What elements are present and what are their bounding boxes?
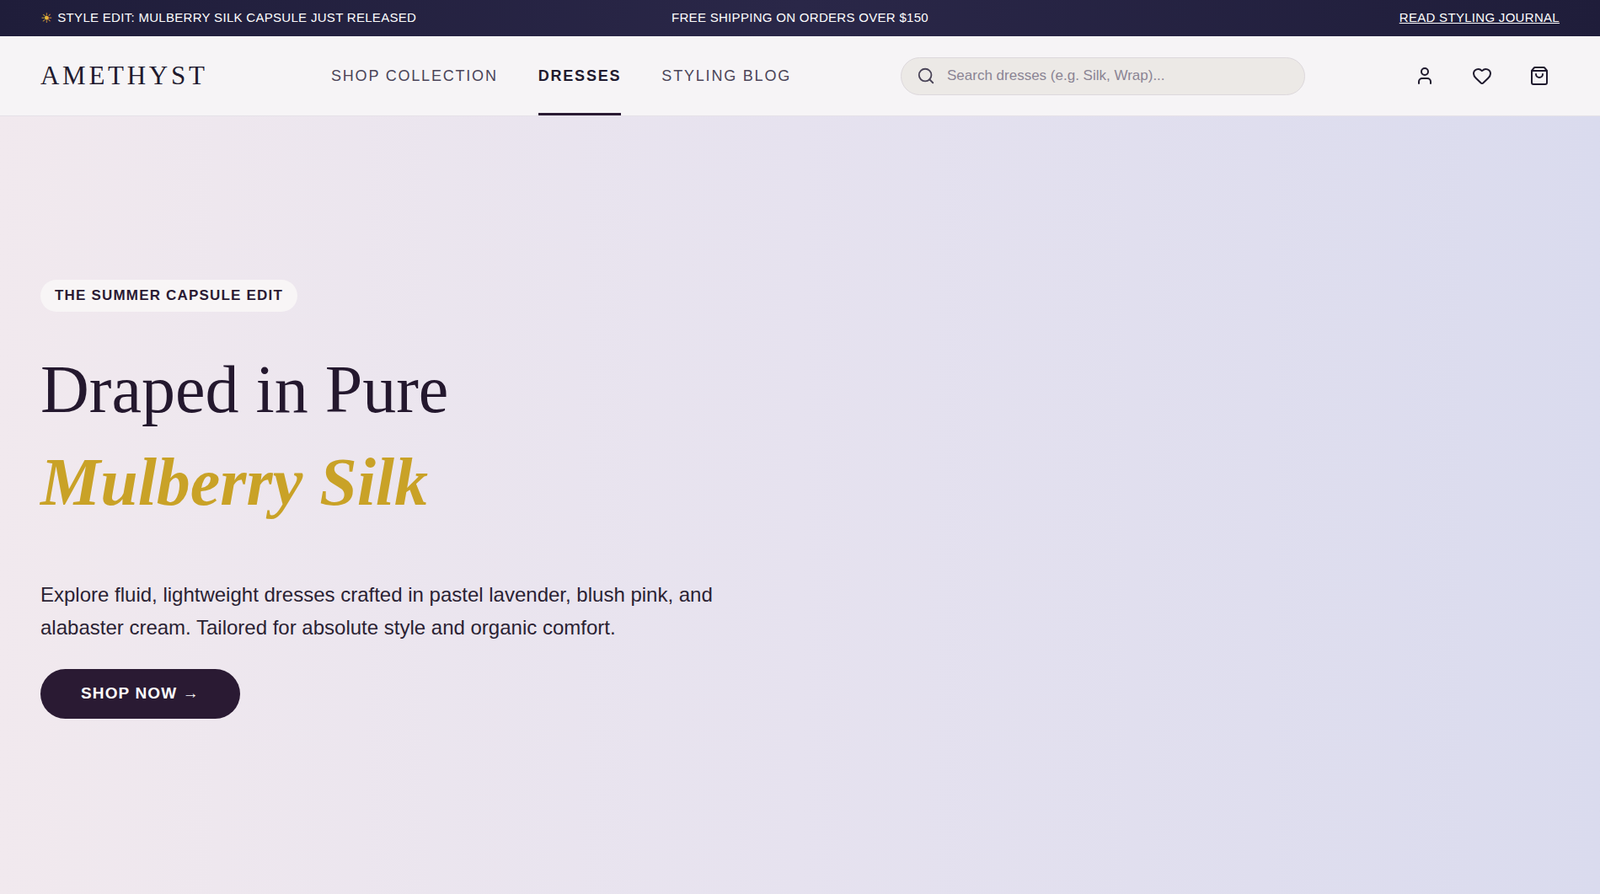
- search-wrap: Search dresses (e.g. Silk, Wrap)...: [791, 36, 1306, 116]
- account-icon[interactable]: [1414, 65, 1435, 86]
- logo[interactable]: AMETHYST: [40, 56, 209, 97]
- hero-heading-line: Draped in Pure: [40, 342, 449, 436]
- page: ☀STYLE EDIT: MULBERRY SILK CAPSULE JUST …: [0, 0, 1600, 894]
- search-placeholder: Search dresses (e.g. Silk, Wrap)...: [947, 64, 1166, 87]
- wishlist-icon[interactable]: [1471, 65, 1493, 86]
- announcement-left: ☀STYLE EDIT: MULBERRY SILK CAPSULE JUST …: [40, 8, 546, 29]
- hero-badge: THE SUMMER CAPSULE EDIT: [40, 279, 298, 312]
- hero-description: Explore fluid, lightweight dresses craft…: [40, 577, 715, 644]
- nav-link[interactable]: STYLING BLOG: [661, 36, 792, 116]
- search-icon: [916, 66, 936, 86]
- announcement-text: STYLE EDIT: MULBERRY SILK CAPSULE JUST R…: [57, 8, 417, 28]
- styling-journal-link[interactable]: READ STYLING JOURNAL: [1399, 8, 1560, 28]
- sun-icon: ☀: [40, 8, 53, 29]
- header-icons: [1305, 36, 1560, 116]
- announcement-bar: ☀STYLE EDIT: MULBERRY SILK CAPSULE JUST …: [0, 0, 1600, 37]
- announcement-right: READ STYLING JOURNAL: [1054, 8, 1560, 28]
- logo-wrap: AMETHYST: [40, 36, 332, 116]
- hero-heading-accent: Mulberry Silk: [40, 435, 449, 529]
- nav-link[interactable]: SHOP COLLECTION: [331, 36, 498, 116]
- nav-link[interactable]: DRESSES: [538, 36, 622, 116]
- main-nav: SHOP COLLECTION DRESSES STYLING BLOG: [331, 36, 792, 116]
- hero: THE SUMMER CAPSULE EDIT Draped in PureMul…: [0, 116, 1600, 894]
- shop-now-button[interactable]: SHOP NOW →: [40, 668, 241, 719]
- hero-content: THE SUMMER CAPSULE EDIT Draped in PureMul…: [40, 279, 732, 719]
- site-header: AMETHYST SHOP COLLECTION DRESSES STYLING BL…: [0, 36, 1600, 117]
- cart-icon[interactable]: [1529, 65, 1550, 86]
- shipping-text: FREE SHIPPING ON ORDERS OVER $150: [671, 8, 929, 28]
- search-field[interactable]: Search dresses (e.g. Silk, Wrap)...: [900, 57, 1306, 96]
- hero-heading: Draped in PureMulberry Silk: [40, 342, 449, 529]
